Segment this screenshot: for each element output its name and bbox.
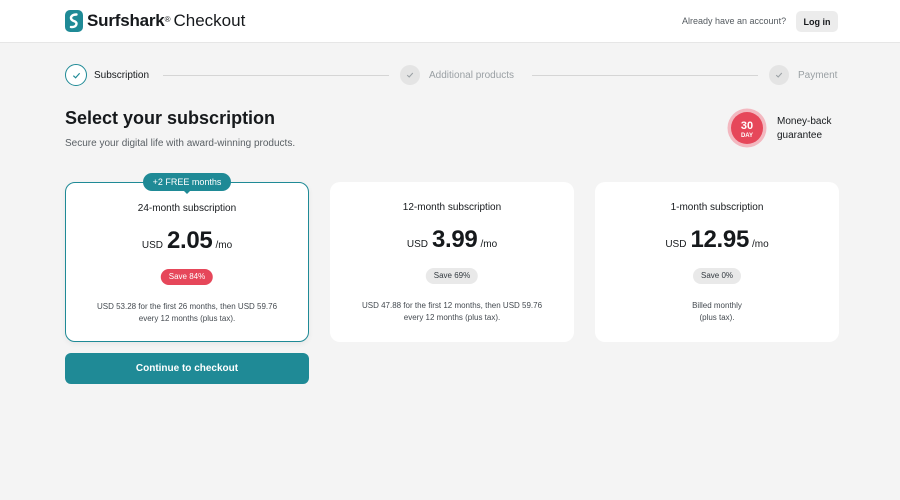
page-title: Select your subscription [65, 108, 276, 128]
billing-note-line-2: (plus tax). [699, 313, 735, 322]
plan-title: 1-month subscription [670, 202, 764, 213]
step-additional-products-label: Additional products [429, 70, 515, 81]
save-badge: Save 0% [692, 268, 742, 284]
account-prompt: Already have an account? [682, 16, 787, 26]
guarantee-line-1: Money-back [777, 116, 832, 127]
plan-title: 24-month subscription [137, 203, 237, 214]
price-amount: 12.95 [690, 226, 749, 253]
billing-note-line-1: USD 53.28 for the first 26 months, then … [96, 302, 278, 311]
save-badge: Save 84% [160, 269, 214, 285]
surfshark-logo[interactable]: Surfshark ® Checkout [65, 10, 245, 32]
step-subscription-label: Subscription [94, 70, 150, 81]
surfshark-logo-icon [65, 10, 83, 32]
billing-note-line-1: Billed monthly [692, 301, 742, 310]
plan-card-12-month[interactable]: 12-month subscription USD 3.99 /mo Save … [330, 182, 574, 342]
plan-price: USD 12.95 /mo [595, 226, 839, 254]
price-currency: USD [141, 240, 163, 251]
free-months-badge: +2 FREE months [143, 173, 231, 191]
price-currency: USD [406, 239, 428, 250]
brand-name: Surfshark [87, 11, 165, 30]
billing-note-line-2: every 12 months (plus tax). [403, 313, 501, 322]
plan-price: USD 3.99 /mo [330, 226, 574, 254]
billing-note-line-1: USD 47.88 for the first 12 months, then … [361, 301, 543, 310]
brand-registered-mark: ® [164, 14, 171, 24]
price-period: /mo [752, 239, 769, 250]
plan-price: USD 2.05 /mo [66, 227, 308, 255]
plan-billing-note: USD 53.28 for the first 26 months, then … [84, 301, 290, 325]
price-period: /mo [215, 240, 233, 251]
brand-section: Checkout [173, 11, 246, 30]
badge-unit: DAY [741, 133, 753, 139]
check-icon [406, 72, 414, 78]
step-connector [163, 75, 389, 76]
plan-title: 12-month subscription [402, 202, 502, 213]
step-payment-label: Payment [798, 70, 838, 81]
check-icon [72, 72, 80, 79]
plan-card-1-month[interactable]: 1-month subscription USD 12.95 /mo Save … [595, 182, 839, 342]
money-back-guarantee: Money-back guarantee [777, 115, 831, 143]
step-subscription-indicator [65, 64, 87, 86]
guarantee-line-2: guarantee [777, 130, 823, 141]
check-icon [775, 72, 783, 78]
step-connector [532, 75, 758, 76]
price-period: /mo [480, 239, 498, 250]
price-currency: USD [665, 239, 687, 250]
continue-to-checkout-button[interactable]: Continue to checkout [65, 353, 309, 384]
plan-billing-note: Billed monthly (plus tax). [613, 300, 821, 324]
billing-note-line-2: every 12 months (plus tax). [138, 314, 236, 323]
save-badge: Save 69% [425, 268, 479, 284]
page-subtitle: Secure your digital life with award-winn… [65, 138, 296, 149]
free-months-badge-pointer [183, 190, 191, 194]
step-payment-indicator [769, 65, 789, 85]
step-additional-products-indicator [400, 65, 420, 85]
price-amount: 2.05 [166, 227, 213, 254]
plan-billing-note: USD 47.88 for the first 12 months, then … [348, 300, 556, 324]
badge-number: 30 [741, 120, 753, 132]
plan-card-24-month[interactable]: 24-month subscription USD 2.05 /mo Save … [65, 182, 309, 342]
login-button[interactable]: Log in [796, 11, 838, 32]
money-back-badge-icon: 30 DAY [727, 108, 767, 148]
price-amount: 3.99 [431, 226, 478, 253]
top-header: Surfshark ® Checkout Already have an acc… [0, 0, 900, 43]
